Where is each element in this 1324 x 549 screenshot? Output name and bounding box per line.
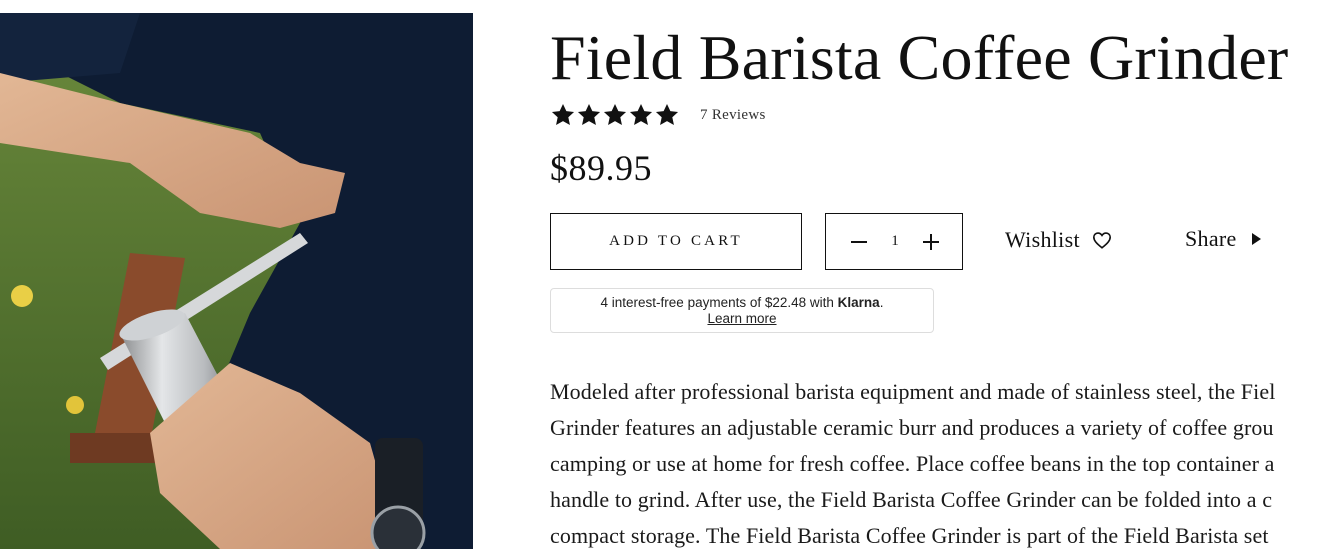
product-description: Modeled after professional barista equip… xyxy=(550,374,1324,549)
klarna-learn-more-link[interactable]: Learn more xyxy=(707,311,776,327)
klarna-text: 4 interest-free payments of $22.48 with xyxy=(600,295,838,310)
product-rating: 7 Reviews xyxy=(550,100,766,130)
rating-stars xyxy=(550,102,680,128)
description-line: handle to grind. After use, the Field Ba… xyxy=(550,487,1273,512)
product-info: Field Barista Coffee Grinder 7 Reviews $… xyxy=(550,0,1324,549)
quantity-stepper xyxy=(825,213,963,270)
product-price: $89.95 xyxy=(550,148,652,188)
play-arrow-icon xyxy=(1251,233,1261,245)
star-icon xyxy=(577,103,601,125)
star-icon xyxy=(551,103,575,125)
heart-icon xyxy=(1092,232,1111,249)
share-button[interactable]: Share xyxy=(1185,226,1261,252)
klarna-banner: 4 interest-free payments of $22.48 with … xyxy=(550,288,934,333)
star-icon xyxy=(655,103,679,125)
description-line: camping or use at home for fresh coffee.… xyxy=(550,451,1275,476)
product-image xyxy=(0,13,473,549)
star-icon xyxy=(629,103,653,125)
reviews-link[interactable]: 7 Reviews xyxy=(700,107,766,124)
wishlist-button[interactable]: Wishlist xyxy=(1005,227,1112,253)
description-line: Grinder features an adjustable ceramic b… xyxy=(550,415,1274,440)
share-label: Share xyxy=(1185,226,1237,251)
purchase-actions: ADD TO CART Wishlist Share xyxy=(550,213,1324,270)
minus-icon[interactable] xyxy=(850,233,868,251)
description-line: Modeled after professional barista equip… xyxy=(550,379,1276,404)
klarna-suffix: . xyxy=(879,295,884,310)
product-page: Field Barista Coffee Grinder 7 Reviews $… xyxy=(0,0,1324,549)
wishlist-label: Wishlist xyxy=(1005,227,1080,252)
product-title: Field Barista Coffee Grinder xyxy=(550,22,1289,93)
quantity-input[interactable] xyxy=(880,233,910,250)
star-icon xyxy=(603,103,627,125)
description-line: compact storage. The Field Barista Coffe… xyxy=(550,523,1269,548)
plus-icon[interactable] xyxy=(922,233,940,251)
klarna-logo: Klarna xyxy=(837,295,880,310)
add-to-cart-button[interactable]: ADD TO CART xyxy=(550,213,802,270)
